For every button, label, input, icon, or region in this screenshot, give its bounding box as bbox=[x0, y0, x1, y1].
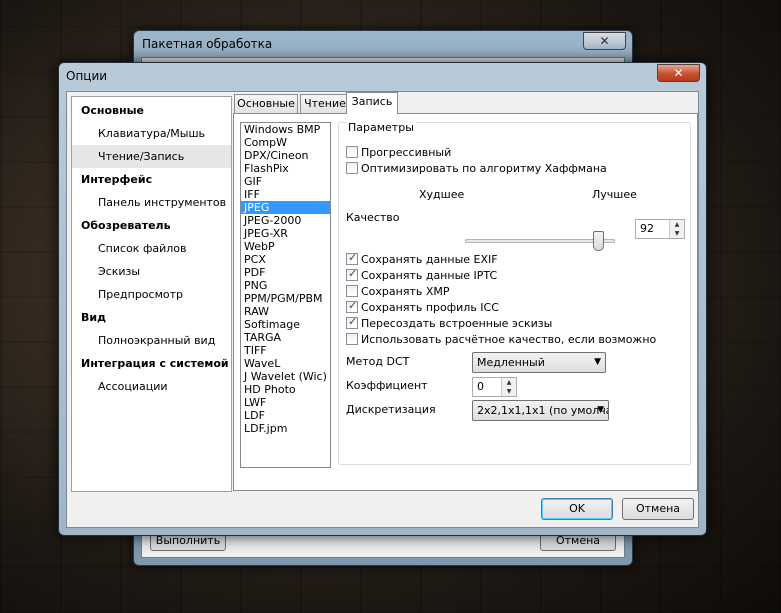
quality-label: Качество bbox=[346, 211, 400, 224]
format-list-item[interactable]: LDF bbox=[241, 409, 330, 422]
chevron-down-icon: ▼ bbox=[597, 405, 604, 415]
options-category-tree: Основные Клавиатура/Мышь Чтение/Запись Инте… bbox=[71, 96, 232, 492]
huffman-label: Оптимизировать по алгоритму Хаффмана bbox=[361, 162, 607, 175]
quality-spinbox[interactable]: 92 ▲ ▼ bbox=[635, 219, 685, 239]
spin-up-icon[interactable]: ▲ bbox=[501, 378, 516, 387]
options-close-button[interactable]: ✕ bbox=[657, 64, 700, 82]
nav-item[interactable]: Полноэкранный вид bbox=[72, 329, 231, 352]
options-client: Основные Клавиатура/Мышь Чтение/Запись Инте… bbox=[66, 91, 699, 528]
nav-item[interactable]: Список файлов bbox=[72, 237, 231, 260]
tab-read[interactable]: Чтение bbox=[300, 94, 350, 113]
format-list-item[interactable]: TARGA bbox=[241, 331, 330, 344]
format-list-item[interactable]: Softimage bbox=[241, 318, 330, 331]
format-list-item[interactable]: IFF bbox=[241, 188, 330, 201]
batch-window-title: Пакетная обработка bbox=[142, 37, 273, 51]
cancel-button[interactable]: Отмена bbox=[622, 498, 694, 520]
nav-item[interactable]: Чтение/Запись bbox=[72, 145, 231, 168]
format-list-item[interactable]: CompW bbox=[241, 136, 330, 149]
format-list-item[interactable]: RAW bbox=[241, 305, 330, 318]
nav-item[interactable]: Панель инструментов bbox=[72, 191, 231, 214]
slider-thumb[interactable] bbox=[593, 231, 604, 251]
options-window-title: Опции bbox=[66, 69, 108, 83]
write-tab-panel: Windows BMP CompW DPX/Cineon FlashPix GIF IFF… bbox=[233, 113, 698, 491]
sampling-value: 2x2,1x1,1x1 (по умолча bbox=[477, 404, 609, 417]
checkbox-box[interactable] bbox=[346, 299, 358, 313]
nav-item[interactable]: Эскизы bbox=[72, 260, 231, 283]
format-list-item[interactable]: JPEG bbox=[241, 201, 330, 214]
format-list-item[interactable]: WebP bbox=[241, 240, 330, 253]
format-list-item[interactable]: LDF.jpm bbox=[241, 422, 330, 435]
nav-category[interactable]: Обозреватель bbox=[72, 214, 231, 237]
nav-category[interactable]: Интерфейс bbox=[72, 168, 231, 191]
exif-label: Сохранять данные EXIF bbox=[361, 253, 498, 266]
format-list-item[interactable]: HD Photo bbox=[241, 383, 330, 396]
iptc-label: Сохранять данные IPTC bbox=[361, 269, 498, 282]
source-quality-label: Использовать расчётное качество, если во… bbox=[361, 333, 657, 346]
coef-label: Коэффициент bbox=[346, 379, 428, 392]
format-list[interactable]: Windows BMP CompW DPX/Cineon FlashPix GIF IFF… bbox=[240, 122, 331, 468]
nav-item[interactable]: Предпросмотр bbox=[72, 283, 231, 306]
icc-checkbox[interactable]: Сохранять профиль ICC bbox=[346, 299, 499, 315]
nav-category[interactable]: Интеграция с системой bbox=[72, 352, 231, 375]
checkbox-box[interactable] bbox=[346, 146, 358, 158]
tab-general[interactable]: Основные bbox=[234, 94, 298, 113]
quality-best-label: Лучшее bbox=[592, 188, 637, 201]
ok-button[interactable]: OK bbox=[541, 498, 613, 520]
nav-category[interactable]: Основные bbox=[72, 99, 231, 122]
progressive-checkbox[interactable]: Прогрессивный bbox=[346, 146, 451, 160]
thumbs-checkbox[interactable]: Пересоздать встроенные эскизы bbox=[346, 315, 553, 331]
checkbox-box[interactable] bbox=[346, 315, 358, 329]
format-list-item[interactable]: JPEG-2000 bbox=[241, 214, 330, 227]
sampling-combo[interactable]: 2x2,1x1,1x1 (по умолча ▼ bbox=[472, 400, 609, 421]
quality-worst-label: Худшее bbox=[419, 188, 465, 201]
nav-category[interactable]: Вид bbox=[72, 306, 231, 329]
parameters-group: Параметры Прогрессивный Оптимизировать п… bbox=[338, 121, 691, 465]
parameters-group-label: Параметры bbox=[346, 121, 416, 134]
chevron-down-icon: ▼ bbox=[594, 357, 601, 367]
format-list-item[interactable]: LWF bbox=[241, 396, 330, 409]
format-list-item[interactable]: PDF bbox=[241, 266, 330, 279]
format-list-item[interactable]: PPM/PGM/PBM bbox=[241, 292, 330, 305]
iptc-checkbox[interactable]: Сохранять данные IPTC bbox=[346, 267, 498, 283]
spin-up-icon[interactable]: ▲ bbox=[669, 220, 684, 229]
coef-value: 0 bbox=[477, 380, 484, 393]
format-list-item[interactable]: PCX bbox=[241, 253, 330, 266]
checkbox-box[interactable] bbox=[346, 333, 358, 345]
quality-value: 92 bbox=[640, 222, 654, 235]
tab-write[interactable]: Запись bbox=[346, 92, 398, 114]
options-window: Опции ✕ Основные Клавиатура/Мышь Чтение/За… bbox=[58, 62, 707, 536]
format-list-item[interactable]: J Wavelet (Wic) bbox=[241, 370, 330, 383]
progressive-label: Прогрессивный bbox=[361, 146, 452, 159]
source-quality-checkbox[interactable]: Использовать расчётное качество, если во… bbox=[346, 333, 656, 347]
format-list-item[interactable]: GIF bbox=[241, 175, 330, 188]
format-list-item[interactable]: JPEG-XR bbox=[241, 227, 330, 240]
nav-item[interactable]: Ассоциации bbox=[72, 375, 231, 398]
xmp-checkbox[interactable]: Сохранять XMP bbox=[346, 285, 450, 299]
exif-checkbox[interactable]: Сохранять данные EXIF bbox=[346, 251, 498, 267]
dct-label: Метод DCT bbox=[346, 355, 410, 368]
quality-slider[interactable] bbox=[465, 231, 615, 253]
spin-down-icon[interactable]: ▼ bbox=[501, 387, 516, 396]
coef-spinbox[interactable]: 0 ▲ ▼ bbox=[472, 377, 517, 397]
format-list-item[interactable]: DPX/Cineon bbox=[241, 149, 330, 162]
format-list-item[interactable]: PNG bbox=[241, 279, 330, 292]
batch-close-button[interactable]: ✕ bbox=[583, 32, 626, 50]
nav-item[interactable]: Клавиатура/Мышь bbox=[72, 122, 231, 145]
dct-combo[interactable]: Медленный ▼ bbox=[472, 352, 606, 373]
xmp-label: Сохранять XMP bbox=[361, 285, 450, 298]
thumbs-label: Пересоздать встроенные эскизы bbox=[361, 317, 553, 330]
icc-label: Сохранять профиль ICC bbox=[361, 301, 499, 314]
checkbox-box[interactable] bbox=[346, 162, 358, 174]
checkbox-box[interactable] bbox=[346, 285, 358, 297]
format-list-item[interactable]: FlashPix bbox=[241, 162, 330, 175]
checkbox-box[interactable] bbox=[346, 267, 358, 281]
format-list-item[interactable]: TIFF bbox=[241, 344, 330, 357]
sampling-label: Дискретизация bbox=[346, 403, 436, 416]
dct-value: Медленный bbox=[477, 356, 545, 369]
huffman-checkbox[interactable]: Оптимизировать по алгоритму Хаффмана bbox=[346, 162, 607, 176]
spin-down-icon[interactable]: ▼ bbox=[669, 229, 684, 238]
checkbox-box[interactable] bbox=[346, 251, 358, 265]
format-list-item[interactable]: Windows BMP bbox=[241, 123, 330, 136]
format-list-item[interactable]: WaveL bbox=[241, 357, 330, 370]
